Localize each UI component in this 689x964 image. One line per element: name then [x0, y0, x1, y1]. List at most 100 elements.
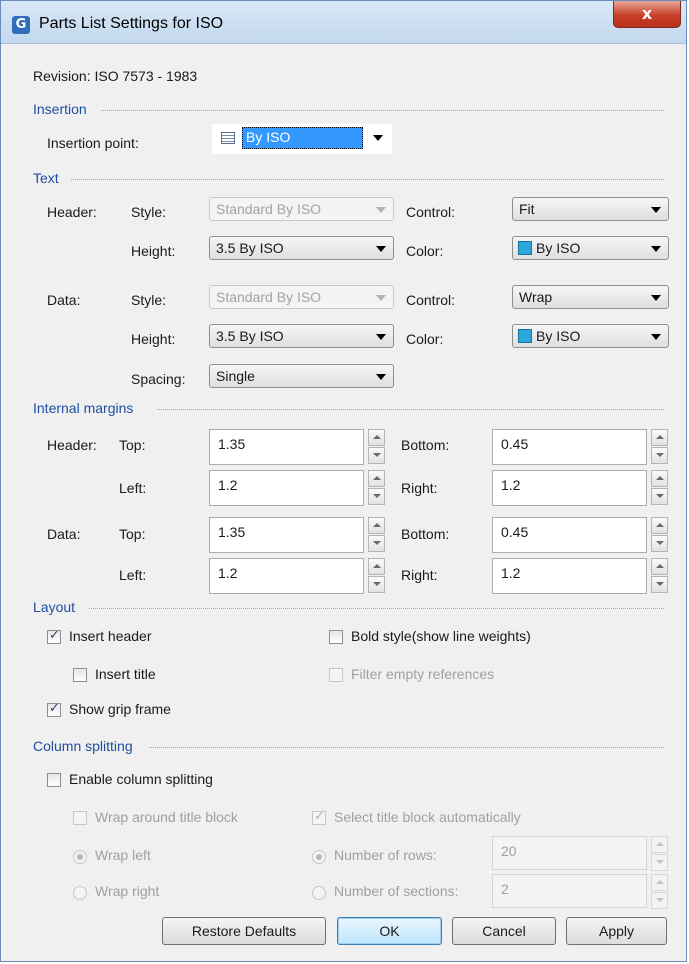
layout-group-label: Layout — [33, 599, 76, 615]
data-bottom-input[interactable]: 0.45 — [492, 517, 647, 553]
text-data-height-label: Height: — [131, 331, 176, 347]
header-right-input[interactable]: 1.2 — [492, 470, 647, 506]
spin-up-icon[interactable] — [651, 470, 668, 487]
spin-up-icon[interactable] — [651, 517, 668, 534]
insert-title-checkbox[interactable] — [73, 668, 87, 682]
spin-up-icon[interactable] — [651, 558, 668, 575]
data-height-combo[interactable]: 3.5 By ISO — [209, 324, 394, 348]
header-top-value: 1.35 — [218, 436, 246, 452]
apply-button[interactable]: Apply — [566, 917, 667, 945]
bold-style-label: Bold style(show line weights) — [351, 628, 531, 644]
filter-empty-checkbox[interactable] — [329, 668, 343, 682]
dropdown-arrow-icon — [651, 334, 661, 340]
data-top-input[interactable]: 1.35 — [209, 517, 364, 553]
spin-down-icon[interactable] — [651, 447, 668, 464]
header-control-combo[interactable]: Fit — [512, 197, 669, 221]
spin-up-icon[interactable] — [368, 429, 385, 446]
enable-splitting-label: Enable column splitting — [69, 771, 213, 787]
dialog-content: Revision: ISO 7573 - 1983 Insertion Inse… — [9, 44, 678, 955]
data-bottom-value: 0.45 — [501, 524, 529, 540]
spin-down-icon[interactable] — [651, 854, 668, 871]
data-left-input[interactable]: 1.2 — [209, 558, 364, 594]
spin-up-icon[interactable] — [651, 429, 668, 446]
number-of-rows-radio[interactable] — [312, 850, 326, 864]
header-bottom-input[interactable]: 0.45 — [492, 429, 647, 465]
spin-up-icon[interactable] — [368, 517, 385, 534]
data-control-combo[interactable]: Wrap — [512, 285, 669, 309]
spin-down-icon[interactable] — [651, 892, 668, 909]
margins-data-right-label: Right: — [401, 567, 438, 583]
show-grip-label: Show grip frame — [69, 701, 171, 717]
cancel-button[interactable]: Cancel — [452, 917, 556, 945]
insertion-point-combo[interactable]: By ISO — [212, 124, 392, 154]
number-of-sections-input[interactable]: 2 — [492, 874, 647, 908]
dialog-window: G Parts List Settings for ISO x Revision… — [0, 0, 687, 962]
spin-down-icon[interactable] — [368, 447, 385, 464]
header-height-combo[interactable]: 3.5 By ISO — [209, 236, 394, 260]
text-header-color-label: Color: — [406, 243, 444, 259]
number-of-rows-value: 20 — [501, 843, 517, 859]
data-top-spinner[interactable] — [368, 517, 385, 553]
bold-style-checkbox[interactable] — [329, 630, 343, 644]
color-swatch — [518, 329, 532, 343]
wrap-right-radio[interactable] — [73, 886, 87, 900]
insertion-divider — [101, 110, 664, 111]
spin-down-icon[interactable] — [651, 488, 668, 505]
enable-splitting-checkbox[interactable] — [47, 773, 61, 787]
data-bottom-spinner[interactable] — [651, 517, 668, 553]
text-spacing-label: Spacing: — [131, 371, 186, 387]
margins-header-right-label: Right: — [401, 480, 438, 496]
header-style-combo[interactable]: Standard By ISO — [209, 197, 394, 221]
spin-up-icon[interactable] — [651, 874, 668, 891]
spin-up-icon[interactable] — [368, 470, 385, 487]
text-data-style-label: Style: — [131, 292, 167, 308]
text-header-control-label: Control: — [406, 204, 456, 220]
header-color-combo[interactable]: By ISO — [512, 236, 669, 260]
data-color-combo[interactable]: By ISO — [512, 324, 669, 348]
revision-text: Revision: ISO 7573 - 1983 — [33, 68, 198, 84]
insert-header-checkbox[interactable] — [47, 628, 61, 644]
close-button[interactable]: x — [613, 1, 681, 28]
text-header-height-label: Height: — [131, 243, 176, 259]
number-of-rows-spinner[interactable] — [651, 836, 668, 872]
wrap-left-radio[interactable] — [73, 850, 87, 864]
data-spacing-combo[interactable]: Single — [209, 364, 394, 388]
ok-button[interactable]: OK — [337, 917, 442, 945]
number-of-sections-radio[interactable] — [312, 886, 326, 900]
data-height-value: 3.5 By ISO — [216, 328, 284, 344]
layout-divider — [89, 608, 664, 609]
color-swatch — [518, 241, 532, 255]
data-color-value: By ISO — [536, 328, 581, 344]
dropdown-arrow-icon — [651, 246, 661, 252]
spin-down-icon[interactable] — [651, 576, 668, 593]
spin-up-icon[interactable] — [368, 558, 385, 575]
data-right-spinner[interactable] — [651, 558, 668, 594]
wrap-around-checkbox[interactable] — [73, 811, 87, 825]
header-style-value: Standard By ISO — [216, 201, 322, 217]
dropdown-arrow-icon — [651, 207, 661, 213]
data-top-value: 1.35 — [218, 524, 246, 540]
select-auto-checkbox[interactable] — [312, 809, 326, 825]
spin-down-icon[interactable] — [368, 488, 385, 505]
header-left-input[interactable]: 1.2 — [209, 470, 364, 506]
data-right-input[interactable]: 1.2 — [492, 558, 647, 594]
spin-up-icon[interactable] — [651, 836, 668, 853]
restore-defaults-button[interactable]: Restore Defaults — [162, 917, 326, 945]
header-left-spinner[interactable] — [368, 470, 385, 506]
data-right-value: 1.2 — [501, 565, 521, 581]
margins-header-left-label: Left: — [119, 480, 147, 496]
text-header-label: Header: — [47, 204, 97, 220]
data-style-combo[interactable]: Standard By ISO — [209, 285, 394, 309]
insertion-point-label: Insertion point: — [47, 135, 139, 151]
spin-down-icon[interactable] — [368, 535, 385, 552]
spin-down-icon[interactable] — [368, 576, 385, 593]
data-left-spinner[interactable] — [368, 558, 385, 594]
header-bottom-spinner[interactable] — [651, 429, 668, 465]
spin-down-icon[interactable] — [651, 535, 668, 552]
show-grip-checkbox[interactable] — [47, 701, 61, 717]
header-right-spinner[interactable] — [651, 470, 668, 506]
number-of-sections-spinner[interactable] — [651, 874, 668, 910]
number-of-rows-input[interactable]: 20 — [492, 836, 647, 870]
header-top-spinner[interactable] — [368, 429, 385, 465]
header-top-input[interactable]: 1.35 — [209, 429, 364, 465]
